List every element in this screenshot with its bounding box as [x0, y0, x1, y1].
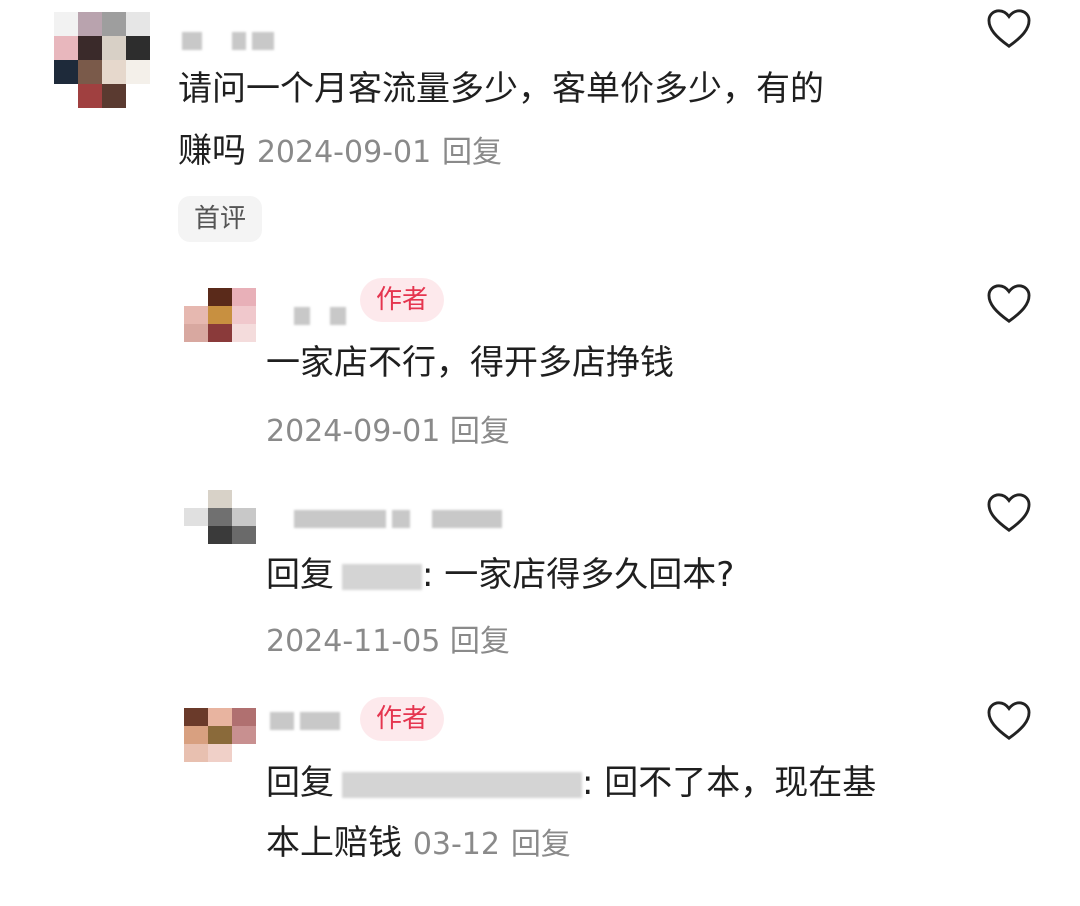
username-redacted[interactable] [294, 510, 508, 528]
heart-icon[interactable] [986, 283, 1032, 325]
comment-date: 03-12 [412, 827, 500, 862]
heart-icon[interactable] [986, 8, 1032, 50]
redacted-username [342, 771, 582, 798]
avatar[interactable] [54, 12, 150, 108]
first-comment-tag: 首评 [178, 196, 263, 242]
avatar[interactable] [184, 490, 256, 546]
comment-text: 回复: 一家店得多久回本? [266, 555, 735, 595]
heart-icon[interactable] [986, 700, 1032, 742]
comment-text-line2: 赚吗 2024-09-01 回复 [178, 131, 502, 171]
comment-text: 回复: 回不了本，现在基 [266, 763, 877, 803]
author-badge: 作者 [360, 697, 445, 741]
reply-link[interactable]: 回复 [442, 135, 502, 170]
reply-link[interactable]: 回复 [511, 827, 571, 862]
redacted-username [342, 563, 422, 590]
reply-link[interactable]: 回复 [450, 624, 510, 659]
username-redacted[interactable] [294, 307, 352, 325]
heart-icon[interactable] [986, 492, 1032, 534]
reply-link[interactable]: 回复 [450, 414, 510, 449]
comment-text: 请问一个月客流量多少，客单价多少，有的 [178, 69, 824, 109]
avatar[interactable] [184, 288, 256, 344]
comment-meta: 2024-09-01 回复 [266, 406, 510, 450]
comment-date: 2024-09-01 [266, 414, 441, 449]
author-badge: 作者 [360, 278, 445, 322]
username-redacted[interactable] [270, 712, 346, 730]
reply-prefix: 回复 [266, 555, 334, 595]
avatar[interactable] [184, 708, 256, 764]
reply-prefix: 回复 [266, 763, 334, 803]
comment-text: 一家店不行，得开多店挣钱 [266, 343, 674, 383]
comment-date: 2024-09-01 [256, 135, 432, 170]
username-redacted[interactable] [182, 32, 280, 50]
comment-date: 2024-11-05 [266, 624, 441, 659]
comment-meta: 2024-11-05 回复 [266, 616, 510, 660]
comment-text-line2: 本上赔钱 03-12 回复 [266, 823, 571, 863]
